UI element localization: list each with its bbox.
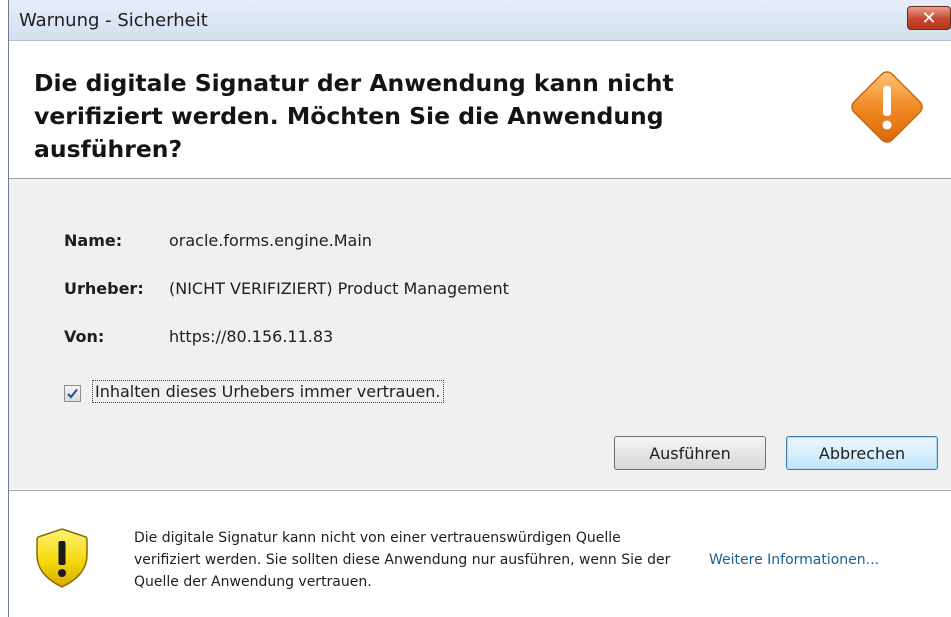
dialog-header: Die digitale Signatur der Anwendung kann…: [9, 41, 951, 179]
name-label: Name:: [64, 231, 123, 250]
name-value: oracle.forms.engine.Main: [169, 231, 372, 250]
publisher-label: Urheber:: [64, 279, 144, 298]
title-bar[interactable]: Warnung - Sicherheit ✕: [9, 0, 951, 41]
shield-warning-icon: [36, 528, 88, 588]
close-icon: ✕: [921, 7, 937, 29]
publisher-value: (NICHT VERIFIZIERT) Product Management: [169, 279, 509, 298]
from-value: https://80.156.11.83: [169, 327, 334, 346]
checkmark-icon: [67, 388, 78, 399]
trust-checkbox-label[interactable]: Inhalten dieses Urhebers immer vertrauen…: [92, 380, 444, 403]
trust-checkbox[interactable]: [64, 385, 81, 402]
warning-diamond-icon: [851, 71, 923, 143]
close-button[interactable]: ✕: [907, 6, 951, 30]
headline: Die digitale Signatur der Anwendung kann…: [34, 69, 674, 163]
cancel-button[interactable]: Abbrechen: [786, 436, 938, 470]
details-area: Name: oracle.forms.engine.Main Urheber: …: [9, 179, 951, 489]
from-label: Von:: [64, 327, 105, 346]
dialog-footer: Die digitale Signatur kann nicht von ein…: [9, 490, 951, 617]
more-info-link[interactable]: Weitere Informationen...: [709, 552, 879, 568]
security-warning-dialog: Warnung - Sicherheit ✕ Die digitale Sign…: [8, 0, 951, 617]
run-button[interactable]: Ausführen: [614, 436, 766, 470]
footer-warning-text: Die digitale Signatur kann nicht von ein…: [134, 530, 671, 590]
window-title: Warnung - Sicherheit: [19, 10, 208, 31]
